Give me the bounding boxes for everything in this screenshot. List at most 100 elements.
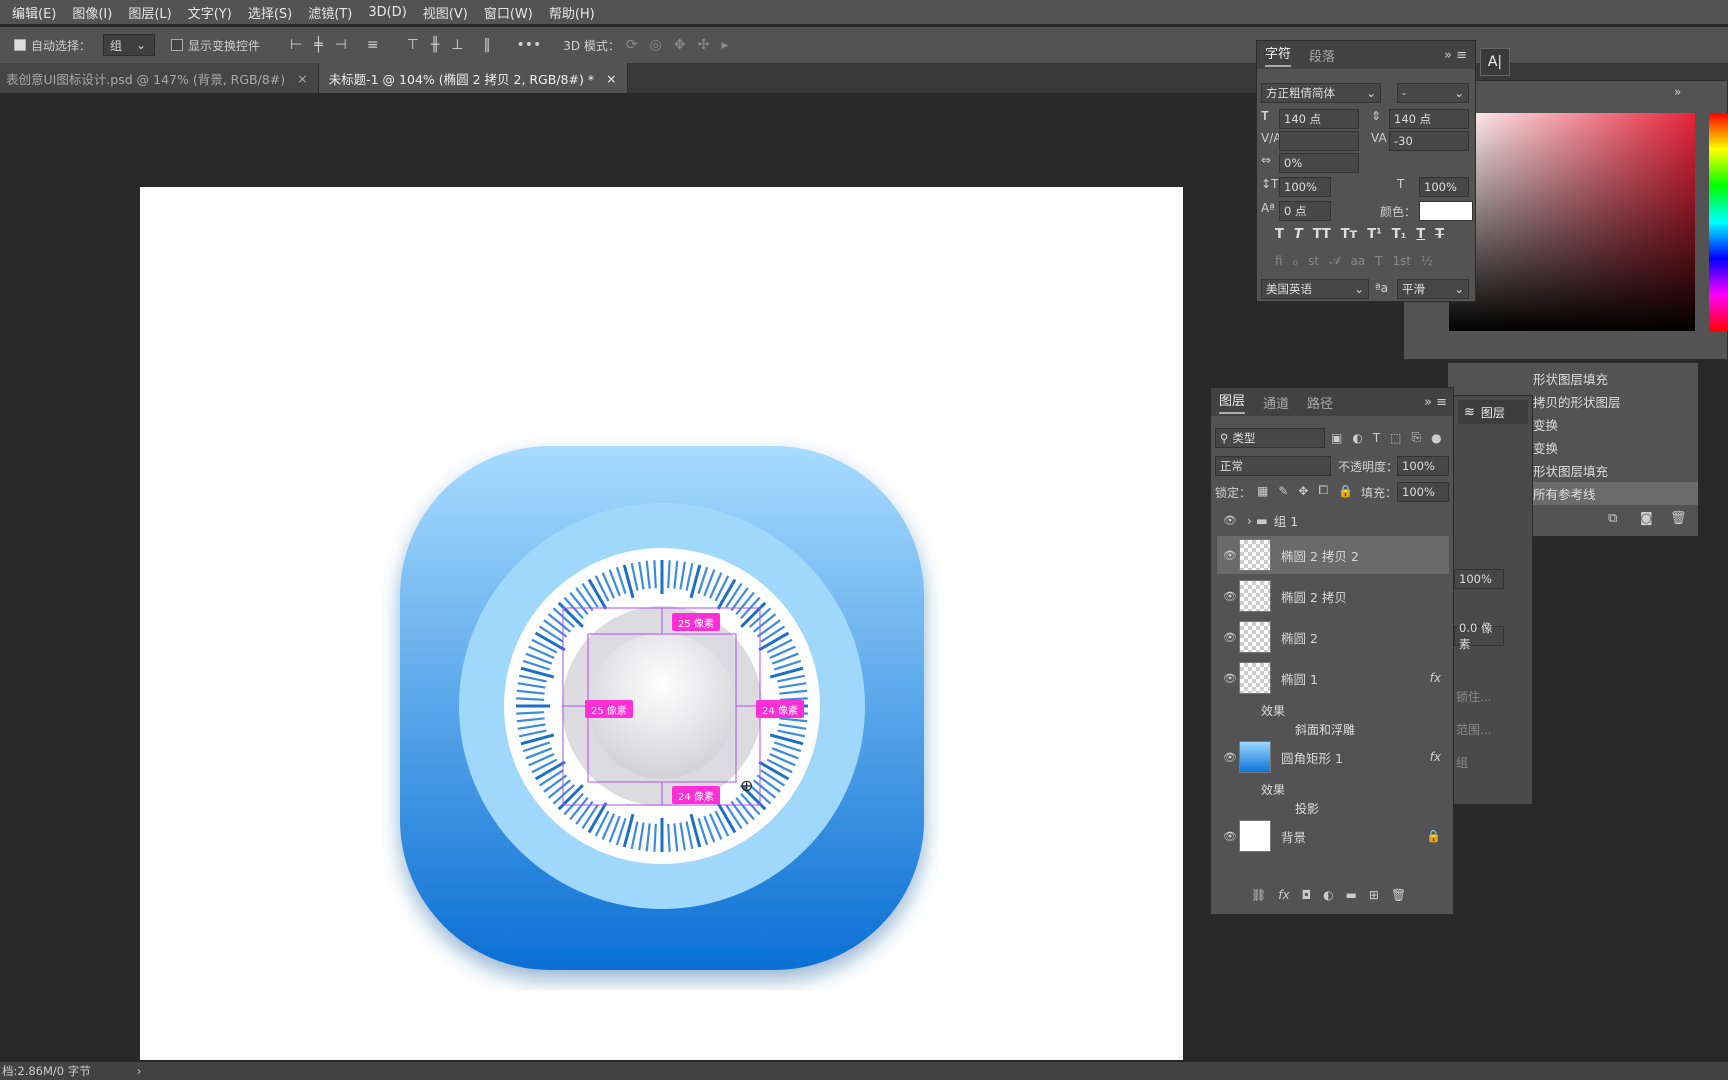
menu-select[interactable]: 选择(S) (240, 3, 300, 22)
tab-paragraph[interactable]: 段落 (1309, 46, 1335, 65)
slide-3d-icon[interactable]: ✣ (698, 37, 710, 53)
ordinal-icon[interactable]: 1st (1393, 254, 1412, 268)
history-item-selected[interactable]: 所有参考线 (1523, 482, 1698, 505)
faux-italic-icon[interactable]: T (1294, 227, 1303, 242)
eye-icon[interactable]: 👁 (1223, 631, 1237, 644)
shape-filter-icon[interactable]: ⬚ (1390, 431, 1401, 445)
hue-slider[interactable] (1709, 113, 1728, 331)
underline-icon[interactable]: T (1416, 227, 1425, 242)
smart-filter-icon[interactable]: ⎘ (1412, 430, 1422, 445)
align-vcenter-icon[interactable]: ╫ (431, 37, 439, 53)
menu-type[interactable]: 文字(Y) (180, 3, 240, 22)
mini-layers-tab[interactable]: ≋ 图层 (1458, 400, 1528, 424)
discretionary-icon[interactable]: st (1308, 254, 1319, 268)
layer-ellipse-2[interactable]: 👁 椭圆 2 (1217, 618, 1449, 656)
layer-ellipse-1[interactable]: 👁 椭圆 1 fx (1217, 659, 1449, 697)
align-left-icon[interactable]: ⊢ (290, 37, 302, 53)
tracking-field[interactable]: -30 (1389, 131, 1469, 151)
distribute-icon[interactable]: ≡ (367, 37, 379, 53)
ligature-icon[interactable]: fi (1275, 254, 1283, 268)
font-family-select[interactable]: 方正粗倩简体 ⌄ (1261, 83, 1381, 103)
align-hcenter-icon[interactable]: ╪ (314, 37, 322, 53)
eye-icon[interactable]: 👁 (1223, 830, 1237, 843)
type-filter-icon[interactable]: T (1373, 431, 1380, 445)
new-layer-icon[interactable]: ⊞ (1369, 888, 1379, 902)
font-style-select[interactable]: - ⌄ (1397, 83, 1469, 103)
color-field[interactable] (1449, 113, 1695, 331)
mini-opacity-field[interactable]: 100% (1454, 569, 1504, 589)
show-transform-checkbox[interactable] (171, 39, 184, 51)
tab-layers[interactable]: 图层 (1219, 390, 1246, 414)
lock-all-icon[interactable]: 🔒 (1338, 484, 1353, 498)
adjustment-icon[interactable]: ◐ (1323, 888, 1333, 902)
strikethrough-icon[interactable]: T (1435, 227, 1444, 242)
bevel-effect-label[interactable]: 斜面和浮雕 (1295, 721, 1355, 738)
opacity-field[interactable]: 100% (1397, 456, 1449, 476)
menu-window[interactable]: 窗口(W) (476, 3, 541, 22)
menu-3d[interactable]: 3D(D) (360, 5, 414, 20)
trash-icon[interactable]: 🗑 (1670, 511, 1687, 526)
subscript-icon[interactable]: T₁ (1392, 227, 1407, 242)
font-size-field[interactable]: 140 点 (1279, 109, 1359, 129)
horizontal-scale-field[interactable]: 100% (1419, 177, 1469, 197)
fx-icon[interactable]: fx (1430, 750, 1441, 764)
link-icon[interactable]: ⛓ (1251, 888, 1266, 902)
roll-3d-icon[interactable]: ◎ (650, 37, 662, 53)
align-top-icon[interactable]: ⊤ (407, 37, 419, 53)
close-icon[interactable]: × (297, 71, 307, 86)
menu-edit[interactable]: 编辑(E) (4, 3, 64, 22)
auto-select-checkbox[interactable] (14, 39, 26, 51)
new-doc-from-state-icon[interactable]: ⧉ (1608, 511, 1617, 526)
pixel-filter-icon[interactable]: ▣ (1331, 431, 1342, 445)
menu-view[interactable]: 视图(V) (415, 3, 476, 22)
pan-3d-icon[interactable]: ✥ (674, 37, 686, 53)
mask-icon[interactable]: ◘ (1302, 888, 1312, 902)
ornament-icon[interactable]: T (1375, 254, 1382, 268)
close-icon[interactable]: × (606, 71, 616, 86)
menu-image[interactable]: 图像(I) (64, 3, 120, 22)
drop-shadow-effect-label[interactable]: 投影 (1295, 800, 1319, 817)
tab-doc-1[interactable]: 表创意UI图标设计.psd @ 147% (背景, RGB/8#) × (0, 63, 319, 93)
fill-field[interactable]: 100% (1397, 482, 1449, 502)
history-item[interactable]: 变换 (1523, 413, 1698, 436)
antialias-select[interactable]: 平滑 ⌄ (1397, 279, 1469, 299)
folder-icon[interactable]: ▬ (1346, 888, 1357, 902)
kerning-field[interactable] (1279, 131, 1359, 151)
language-select[interactable]: 美国英语 ⌄ (1261, 279, 1369, 299)
eye-icon[interactable]: 👁 (1223, 514, 1237, 527)
tab-doc-2[interactable]: 未标题-1 @ 104% (椭圆 2 拷贝 2, RGB/8#) * × (318, 63, 628, 93)
superscript-icon[interactable]: T¹ (1367, 227, 1382, 242)
baseline-field[interactable]: 0 点 (1279, 201, 1331, 221)
camera-icon[interactable]: ◙ (1640, 511, 1653, 526)
layer-group-1[interactable]: 👁 › ▬ 组 1 (1217, 506, 1449, 534)
menu-help[interactable]: 帮助(H) (541, 3, 603, 22)
lock-pixels-icon[interactable]: ▦ (1257, 484, 1268, 498)
orbit-3d-icon[interactable]: ⟳ (626, 37, 638, 53)
filter-toggle-icon[interactable]: ● (1431, 431, 1441, 445)
swash-icon[interactable]: ℴ (1293, 254, 1299, 268)
layer-filter-select[interactable]: ⚲ 类型 (1215, 428, 1325, 448)
tsume-field[interactable]: 0% (1279, 153, 1359, 173)
leading-field[interactable]: 140 点 (1389, 109, 1469, 129)
titling-icon[interactable]: aa (1350, 254, 1365, 268)
panel-menu-icon[interactable]: » ≡ (1424, 395, 1447, 410)
vertical-scale-field[interactable]: 100% (1279, 177, 1331, 197)
adjust-filter-icon[interactable]: ◐ (1352, 431, 1362, 445)
swash-a-icon[interactable]: 𝒜 (1329, 253, 1340, 268)
small-caps-icon[interactable]: Tт (1341, 227, 1357, 242)
fx-add-icon[interactable]: fx (1278, 888, 1289, 902)
lock-paint-icon[interactable]: ✎ (1278, 484, 1288, 498)
history-item[interactable]: 形状图层填充 (1523, 367, 1698, 390)
blend-mode-select[interactable]: 正常 (1215, 456, 1331, 476)
eye-icon[interactable]: 👁 (1223, 549, 1237, 562)
tab-paths[interactable]: 路径 (1307, 393, 1333, 412)
history-item[interactable]: 形状图层填充 (1523, 459, 1698, 482)
lock-move-icon[interactable]: ✥ (1298, 484, 1308, 498)
text-color-swatch[interactable] (1419, 201, 1473, 221)
layer-rounded-rect-1[interactable]: 👁 圆角矩形 1 fx (1217, 738, 1449, 776)
chevron-right-icon[interactable]: › (137, 1064, 142, 1078)
align-bottom-icon[interactable]: ⊥ (451, 37, 463, 53)
align-right-icon[interactable]: ⊣ (335, 37, 347, 53)
eye-icon[interactable]: 👁 (1223, 751, 1237, 764)
history-item[interactable]: 拷贝的形状图层 (1523, 390, 1698, 413)
